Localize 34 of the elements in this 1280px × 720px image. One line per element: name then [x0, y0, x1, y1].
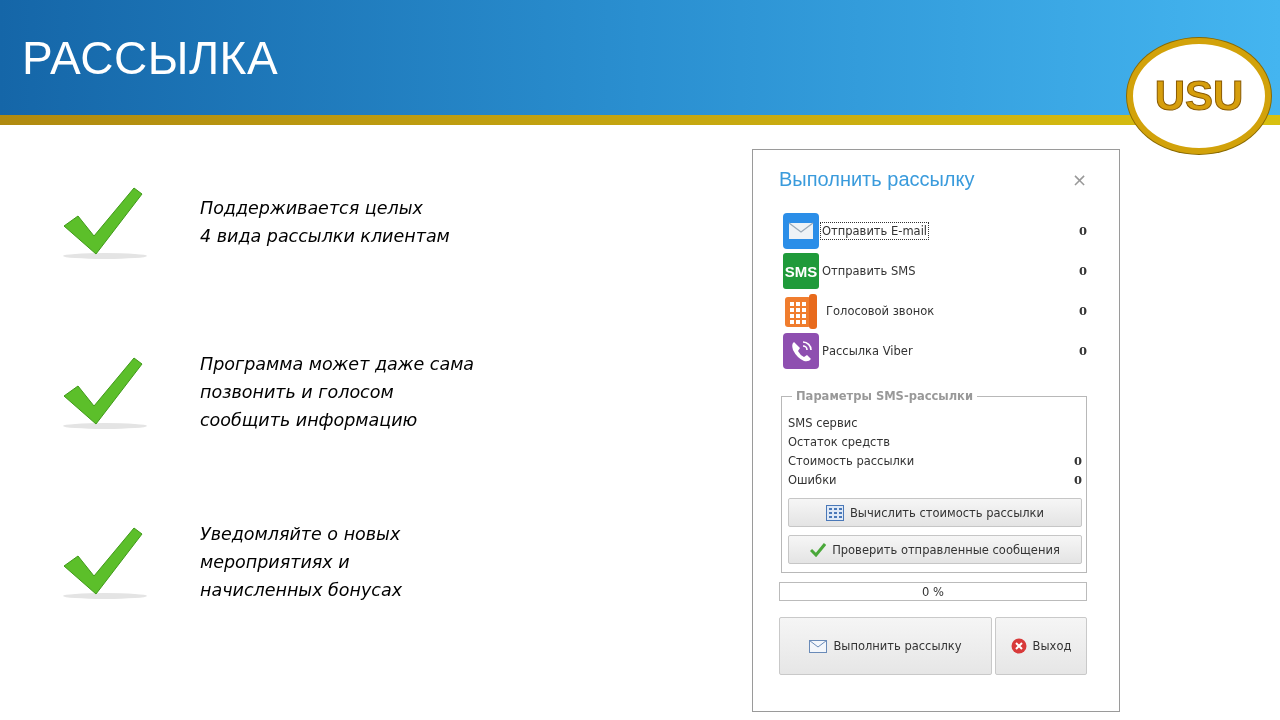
parameter-value: 0 — [1074, 453, 1082, 468]
check-messages-button[interactable]: Проверить отправленные сообщения — [788, 535, 1082, 564]
channel-option[interactable]: Отправить E-mail — [821, 223, 929, 239]
close-circle-icon — [1010, 638, 1027, 654]
logo-text: USU — [1154, 72, 1244, 120]
check-icon — [810, 542, 827, 557]
send-button[interactable]: Выполнить рассылку — [779, 617, 992, 675]
feature-text: Программа может даже сама позвонить и голосом сообщить информацию — [200, 353, 475, 432]
calculate-cost-button[interactable]: Вычислить стоимость рассылки — [788, 498, 1082, 527]
phone-call-icon — [783, 333, 819, 369]
desk-phone-icon — [783, 293, 819, 329]
channel-option[interactable]: Голосовой звонок — [825, 303, 936, 319]
parameter-label: Остаток средств — [788, 434, 890, 449]
channel-count: 0 — [1079, 224, 1087, 238]
channel-count: 0 — [1079, 264, 1087, 278]
slide-title: РАССЫЛКА — [22, 30, 279, 85]
feature-text: Уведомляйте о новых мероприятиях и начисленных бонусах — [200, 523, 403, 602]
envelope-icon — [783, 213, 819, 249]
parameter-label: Ошибки — [788, 472, 837, 487]
channel-count: 0 — [1079, 304, 1087, 318]
feature-text: Поддерживается целых 4 вида рассылки клиентам — [200, 197, 450, 248]
group-legend: Параметры SMS-рассылки — [792, 389, 977, 403]
parameter-value: 0 — [1074, 472, 1082, 487]
dialog-title: Выполнить рассылку — [779, 168, 975, 191]
calculator-icon — [825, 504, 844, 521]
sms-icon: SMS — [783, 253, 819, 289]
channel-option[interactable]: Рассылка Viber — [821, 343, 914, 359]
channel-option[interactable]: Отправить SMS — [821, 263, 917, 279]
parameter-label: SMS сервис — [788, 415, 858, 430]
progress-reading: 0 % — [922, 584, 944, 599]
parameter-label: Стоимость рассылки — [788, 453, 915, 468]
channel-count: 0 — [1079, 344, 1087, 358]
envelope-icon — [809, 639, 828, 653]
exit-button[interactable]: Выход — [995, 617, 1087, 675]
